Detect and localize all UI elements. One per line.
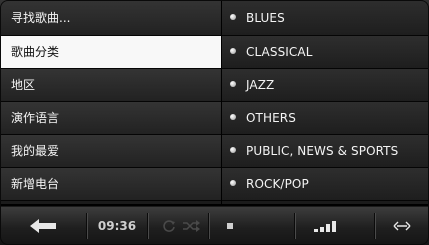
divider: [0, 204, 429, 206]
stop-icon: [227, 223, 233, 229]
genre-item-others[interactable]: OTHERS: [222, 102, 429, 135]
menu-item-search-song[interactable]: 寻找歌曲...: [0, 0, 221, 36]
divider: [208, 213, 209, 239]
back-arrow-icon: [30, 219, 56, 233]
genre-item-public-news-sports[interactable]: PUBLIC, NEWS & SPORTS: [222, 135, 429, 168]
bullet-icon: [230, 81, 236, 87]
genre-item-classical[interactable]: CLASSICAL: [222, 36, 429, 69]
category-menu: 寻找歌曲... 歌曲分类 地区 演作语言 我的最爱 新增电台: [0, 0, 222, 205]
genre-label: BLUES: [246, 11, 285, 25]
stop-button[interactable]: [222, 207, 238, 245]
signal-indicator: [310, 207, 344, 245]
genre-item-rock-pop[interactable]: ROCK/POP: [222, 168, 429, 201]
bullet-icon: [230, 180, 236, 186]
menu-item-label: 寻找歌曲...: [11, 11, 71, 25]
genre-label: PUBLIC, NEWS & SPORTS: [246, 144, 399, 158]
scroll-toggle-button[interactable]: [375, 207, 429, 245]
menu-item-label: 新增电台: [11, 177, 60, 191]
menu-item-label: 我的最爱: [11, 144, 60, 158]
genre-item-jazz[interactable]: JAZZ: [222, 69, 429, 102]
repeat-button[interactable]: [160, 207, 178, 245]
back-button[interactable]: [0, 207, 86, 245]
menu-item-label: 地区: [11, 78, 36, 92]
scroll-arrows-icon: [393, 221, 411, 231]
repeat-icon: [163, 220, 175, 232]
bullet-icon: [230, 13, 236, 20]
divider: [294, 213, 295, 239]
divider: [147, 213, 148, 239]
clock-display: 09:36: [87, 207, 147, 245]
signal-strength-icon: [314, 221, 336, 232]
bullet-icon: [230, 48, 236, 54]
shuffle-button[interactable]: [180, 207, 202, 245]
genre-label: JAZZ: [246, 78, 275, 92]
bottom-toolbar: 09:36: [0, 207, 429, 245]
genre-label: ROCK/POP: [246, 177, 309, 191]
menu-item-language[interactable]: 演作语言: [0, 102, 221, 135]
shuffle-icon: [183, 220, 200, 232]
clock-time: 09:36: [97, 219, 137, 233]
bullet-icon: [230, 114, 236, 120]
radio-browser-screen: 寻找歌曲... 歌曲分类 地区 演作语言 我的最爱 新增电台 BLUES CLA…: [0, 0, 429, 245]
menu-item-add-station[interactable]: 新增电台: [0, 168, 221, 201]
menu-item-region[interactable]: 地区: [0, 69, 221, 102]
genre-item-blues[interactable]: BLUES: [222, 0, 429, 36]
bullet-icon: [230, 147, 236, 153]
menu-item-favorites[interactable]: 我的最爱: [0, 135, 221, 168]
menu-item-song-category[interactable]: 歌曲分类: [0, 36, 221, 69]
genre-list: BLUES CLASSICAL JAZZ OTHERS PUBLIC, NEWS…: [222, 0, 429, 205]
genre-label: CLASSICAL: [246, 45, 313, 59]
menu-item-label: 演作语言: [11, 111, 60, 125]
genre-label: OTHERS: [246, 111, 296, 125]
menu-item-label: 歌曲分类: [11, 45, 60, 59]
